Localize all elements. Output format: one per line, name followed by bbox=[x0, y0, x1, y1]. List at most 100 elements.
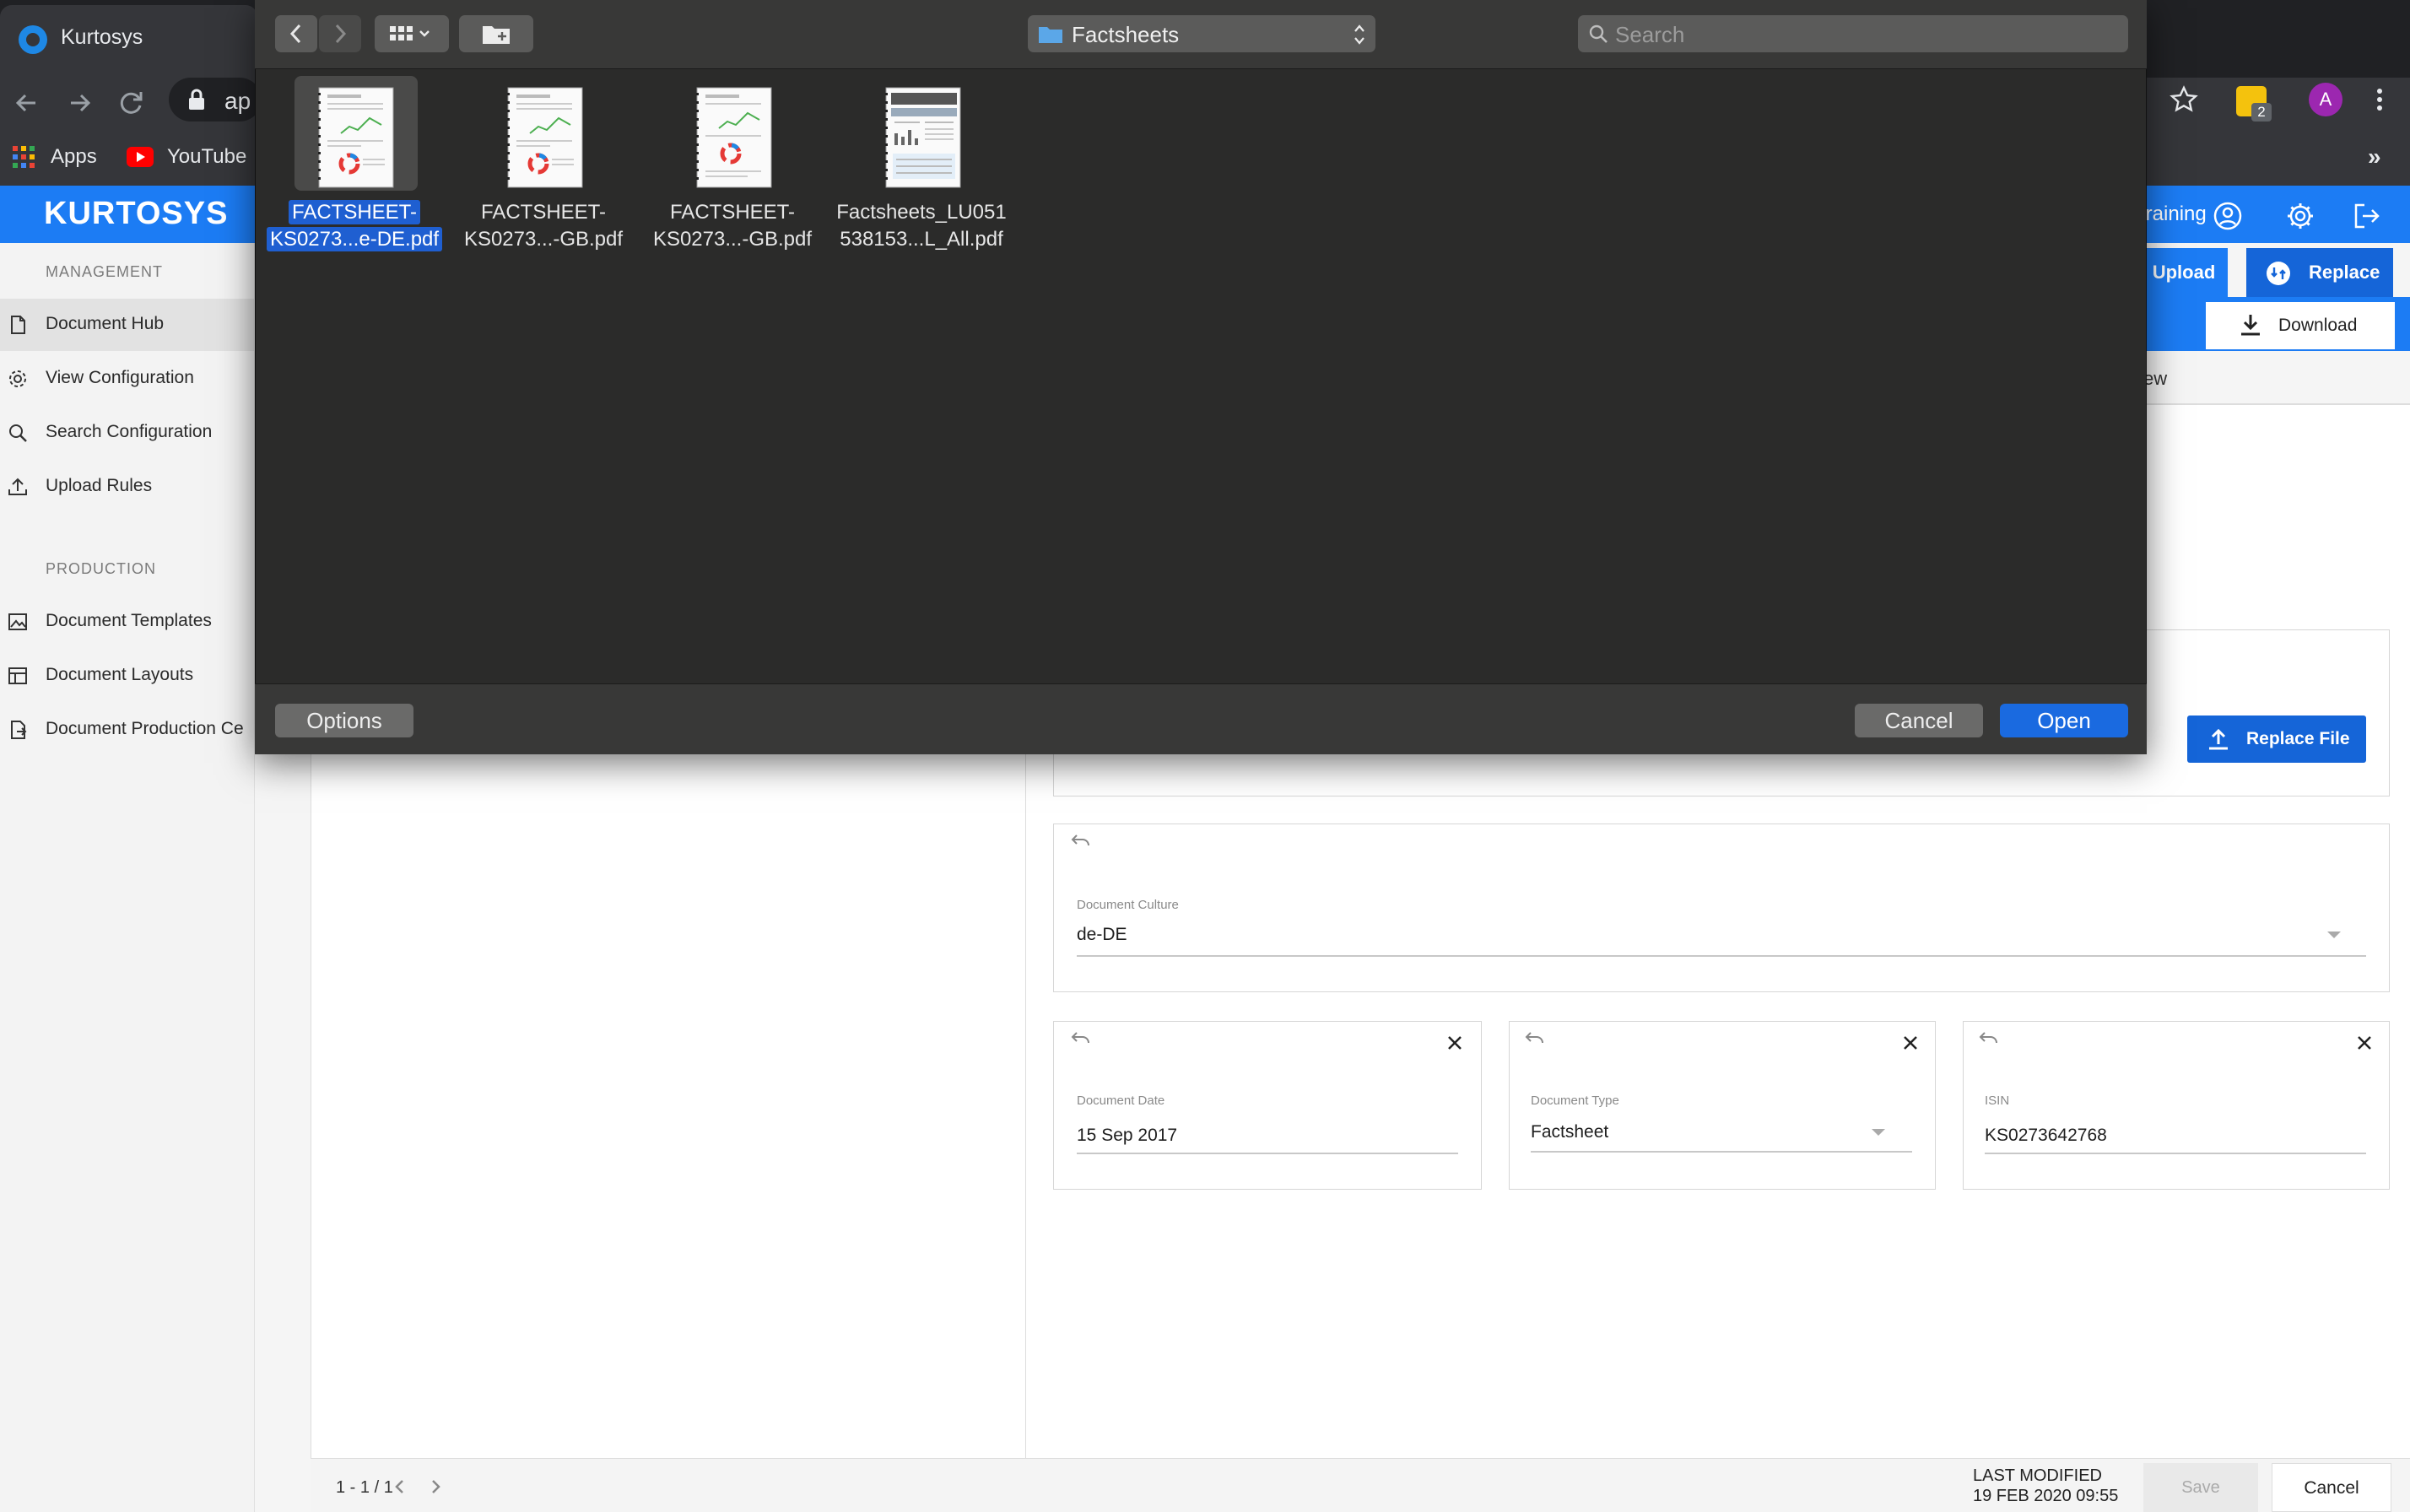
list-footer bbox=[311, 1458, 1026, 1512]
file-name: 538153...L_All.pdf bbox=[840, 228, 1003, 251]
close-icon[interactable] bbox=[1900, 1033, 1921, 1053]
file-item[interactable]: FACTSHEET- KS0273...-GB.pdf bbox=[645, 81, 822, 275]
profile-avatar[interactable]: A bbox=[2309, 83, 2342, 116]
upload-button[interactable]: Upload bbox=[2140, 248, 2228, 297]
document-icon bbox=[11, 316, 25, 334]
sidebar-item-search-configuration[interactable]: Search Configuration bbox=[0, 407, 255, 459]
kebab-menu-icon[interactable] bbox=[2369, 84, 2390, 115]
bookmark-star-icon[interactable] bbox=[2169, 84, 2199, 115]
dialog-open-button[interactable]: Open bbox=[2000, 704, 2128, 737]
bookmark-youtube[interactable]: YouTube bbox=[167, 145, 246, 169]
tab-preview[interactable]: ew bbox=[2143, 368, 2167, 390]
file-name: KS0273...-GB.pdf bbox=[652, 228, 813, 251]
gear-icon[interactable] bbox=[2285, 201, 2315, 231]
sidebar-item-label: Document Production Ce bbox=[46, 719, 244, 738]
replace-icon bbox=[2267, 262, 2290, 285]
field-underline bbox=[1077, 1153, 1458, 1154]
upload-icon bbox=[2209, 728, 2228, 750]
chevron-left-icon[interactable] bbox=[390, 1477, 410, 1497]
isin-label: ISIN bbox=[1985, 1094, 2010, 1108]
field-underline bbox=[1077, 955, 2366, 957]
file-item[interactable]: Factsheets_LU051 538153...L_All.pdf bbox=[834, 81, 1011, 275]
dialog-cancel-button[interactable]: Cancel bbox=[1855, 704, 1983, 737]
document-type-select[interactable]: Factsheet bbox=[1531, 1122, 1608, 1142]
file-name: KS0273...e-DE.pdf bbox=[262, 226, 447, 253]
sidebar-item-document-production[interactable]: Document Production Ce bbox=[0, 704, 255, 756]
chevron-down-icon[interactable] bbox=[1870, 1127, 1887, 1137]
close-icon[interactable] bbox=[2354, 1033, 2375, 1053]
document-type-label: Document Type bbox=[1531, 1094, 1619, 1108]
youtube-icon[interactable] bbox=[127, 147, 154, 167]
pdf-thumbnail-icon bbox=[318, 87, 394, 188]
url-text[interactable]: ap bbox=[224, 88, 251, 115]
tab-title: Kurtosys bbox=[61, 25, 143, 49]
document-date-field[interactable]: 15 Sep 2017 bbox=[1077, 1126, 1177, 1146]
field-underline bbox=[1531, 1151, 1912, 1153]
sidebar-item-label: View Configuration bbox=[46, 368, 194, 387]
sidebar-item-document-templates[interactable]: Document Templates bbox=[0, 596, 255, 648]
kurtosys-logo: KURTOSYS bbox=[44, 196, 229, 231]
search-icon bbox=[9, 424, 27, 442]
pdf-thumbnail-icon bbox=[507, 87, 583, 188]
folder-icon bbox=[1039, 27, 1062, 43]
user-name: training bbox=[2140, 202, 2207, 225]
pagination-text: 1 - 1 / 1 bbox=[336, 1478, 393, 1497]
document-date-label: Document Date bbox=[1077, 1094, 1165, 1108]
sidebar-item-label: Search Configuration bbox=[46, 422, 213, 441]
sidebar-heading-production: PRODUCTION bbox=[46, 560, 156, 577]
undo-icon[interactable] bbox=[1524, 1029, 1546, 1048]
file-name: FACTSHEET- bbox=[262, 199, 447, 226]
logout-icon[interactable] bbox=[2351, 201, 2381, 231]
field-underline bbox=[1985, 1153, 2366, 1154]
extension-badge: 2 bbox=[2251, 103, 2272, 122]
dialog-search-input[interactable] bbox=[1615, 19, 2113, 51]
isin-field[interactable]: KS0273642768 bbox=[1985, 1126, 2107, 1146]
undo-icon[interactable] bbox=[1070, 832, 1092, 850]
undo-icon[interactable] bbox=[1978, 1029, 2000, 1048]
gear-icon bbox=[9, 370, 26, 387]
document-list-panel bbox=[311, 751, 1026, 1458]
apps-grid-icon[interactable] bbox=[12, 145, 35, 169]
user-account-icon[interactable] bbox=[2213, 201, 2243, 231]
bookmark-apps[interactable]: Apps bbox=[51, 145, 97, 169]
file-name: Factsheets_LU051 bbox=[836, 201, 1007, 224]
layout-icon bbox=[8, 667, 27, 684]
file-item[interactable]: FACTSHEET- KS0273...e-DE.pdf bbox=[266, 81, 444, 275]
bookmarks-overflow[interactable]: » bbox=[2368, 143, 2381, 170]
kurtosys-favicon-icon bbox=[19, 25, 47, 54]
undo-icon[interactable] bbox=[1070, 1029, 1092, 1048]
chevron-right-icon bbox=[335, 24, 347, 44]
document-export-icon bbox=[11, 721, 27, 739]
download-icon bbox=[2241, 315, 2260, 336]
forward-arrow-icon[interactable] bbox=[61, 84, 98, 122]
reload-icon[interactable] bbox=[113, 84, 150, 122]
document-culture-select[interactable]: de-DE bbox=[1077, 925, 1127, 945]
sidebar-item-document-hub[interactable]: Document Hub bbox=[0, 299, 255, 351]
chevron-left-icon bbox=[289, 24, 301, 44]
sidebar-heading-management: MANAGEMENT bbox=[46, 263, 164, 280]
dialog-location-name: Factsheets bbox=[1072, 22, 1180, 47]
sidebar-item-upload-rules[interactable]: Upload Rules bbox=[0, 461, 255, 513]
chevron-down-icon[interactable] bbox=[2326, 930, 2342, 940]
isin-card bbox=[1963, 1021, 2390, 1190]
cancel-button[interactable]: Cancel bbox=[2272, 1463, 2391, 1512]
last-modified-value: 19 FEB 2020 09:55 bbox=[1973, 1487, 2119, 1505]
back-arrow-icon[interactable] bbox=[8, 84, 46, 122]
sidebar-item-view-configuration[interactable]: View Configuration bbox=[0, 353, 255, 405]
pdf-thumbnail-icon bbox=[885, 87, 961, 188]
chevron-right-icon[interactable] bbox=[425, 1477, 446, 1497]
file-item[interactable]: FACTSHEET- KS0273...-GB.pdf bbox=[456, 81, 633, 275]
save-button[interactable]: Save bbox=[2143, 1463, 2258, 1512]
sidebar-item-label: Document Templates bbox=[46, 611, 212, 630]
lock-icon bbox=[189, 89, 204, 110]
close-icon[interactable] bbox=[1445, 1033, 1465, 1053]
dialog-options-button[interactable]: Options bbox=[275, 704, 413, 737]
sidebar-item-label: Document Hub bbox=[46, 314, 165, 333]
upload-icon bbox=[8, 478, 27, 495]
file-name: FACTSHEET- bbox=[480, 201, 607, 224]
download-button[interactable]: Download bbox=[2206, 302, 2395, 349]
sidebar-item-document-layouts[interactable]: Document Layouts bbox=[0, 650, 255, 702]
new-folder-icon bbox=[483, 26, 510, 44]
pdf-thumbnail-icon bbox=[696, 87, 772, 188]
search-icon bbox=[1589, 24, 1608, 43]
